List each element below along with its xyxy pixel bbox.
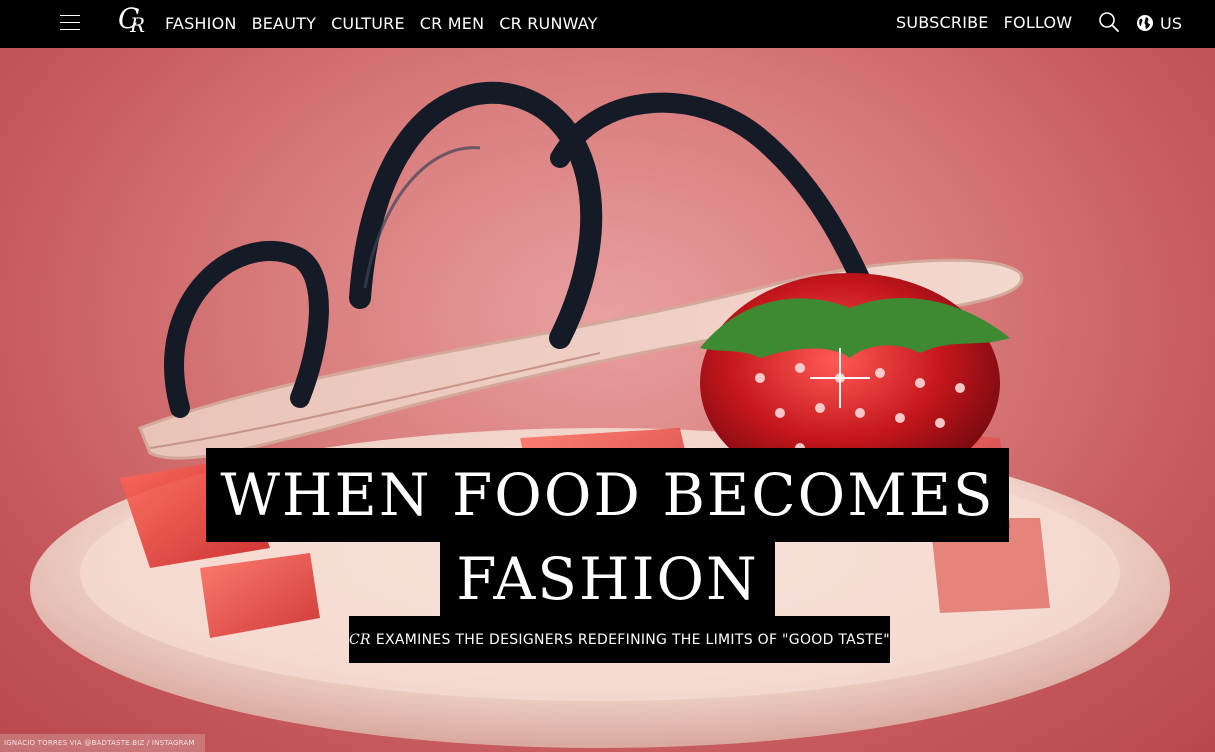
headline-line-1: WHEN FOOD BECOMES: [206, 448, 1009, 542]
hamburger-menu-icon[interactable]: [58, 12, 82, 34]
nav-item-fashion[interactable]: FASHION: [165, 14, 237, 33]
region-selector[interactable]: US: [1136, 10, 1182, 36]
follow-link[interactable]: FOLLOW: [1004, 13, 1073, 32]
globe-icon: [1137, 15, 1153, 31]
region-label: US: [1160, 13, 1183, 33]
nav-item-culture[interactable]: CULTURE: [331, 14, 405, 33]
secondary-nav: SUBSCRIBE FOLLOW: [896, 0, 1072, 44]
headline-line-2: FASHION: [440, 542, 775, 616]
subheadline: CR EXAMINES THE DESIGNERS REDEFINING THE…: [349, 616, 890, 663]
cr-logo[interactable]: C R: [118, 4, 154, 40]
primary-nav: FASHION BEAUTY CULTURE CR MEN CR RUNWAY: [165, 0, 598, 46]
logo-letter-r: R: [130, 13, 146, 37]
photo-credit: IGNACIO TORRES VIA @BADTASTE.BIZ / INSTA…: [0, 734, 205, 752]
headline[interactable]: WHEN FOOD BECOMES FASHION: [0, 448, 1215, 616]
hero-feature[interactable]: WHEN FOOD BECOMES FASHION CR EXAMINES TH…: [0, 48, 1215, 752]
top-navigation-bar: C R FASHION BEAUTY CULTURE CR MEN CR RUN…: [0, 0, 1215, 48]
search-icon[interactable]: [1098, 11, 1120, 33]
nav-item-beauty[interactable]: BEAUTY: [252, 14, 317, 33]
subheadline-text: EXAMINES THE DESIGNERS REDEFINING THE LI…: [375, 631, 890, 648]
subscribe-link[interactable]: SUBSCRIBE: [896, 13, 989, 32]
nav-item-cr-runway[interactable]: CR RUNWAY: [499, 14, 597, 33]
subheadline-publication: CR: [349, 631, 371, 648]
nav-item-cr-men[interactable]: CR MEN: [420, 14, 484, 33]
